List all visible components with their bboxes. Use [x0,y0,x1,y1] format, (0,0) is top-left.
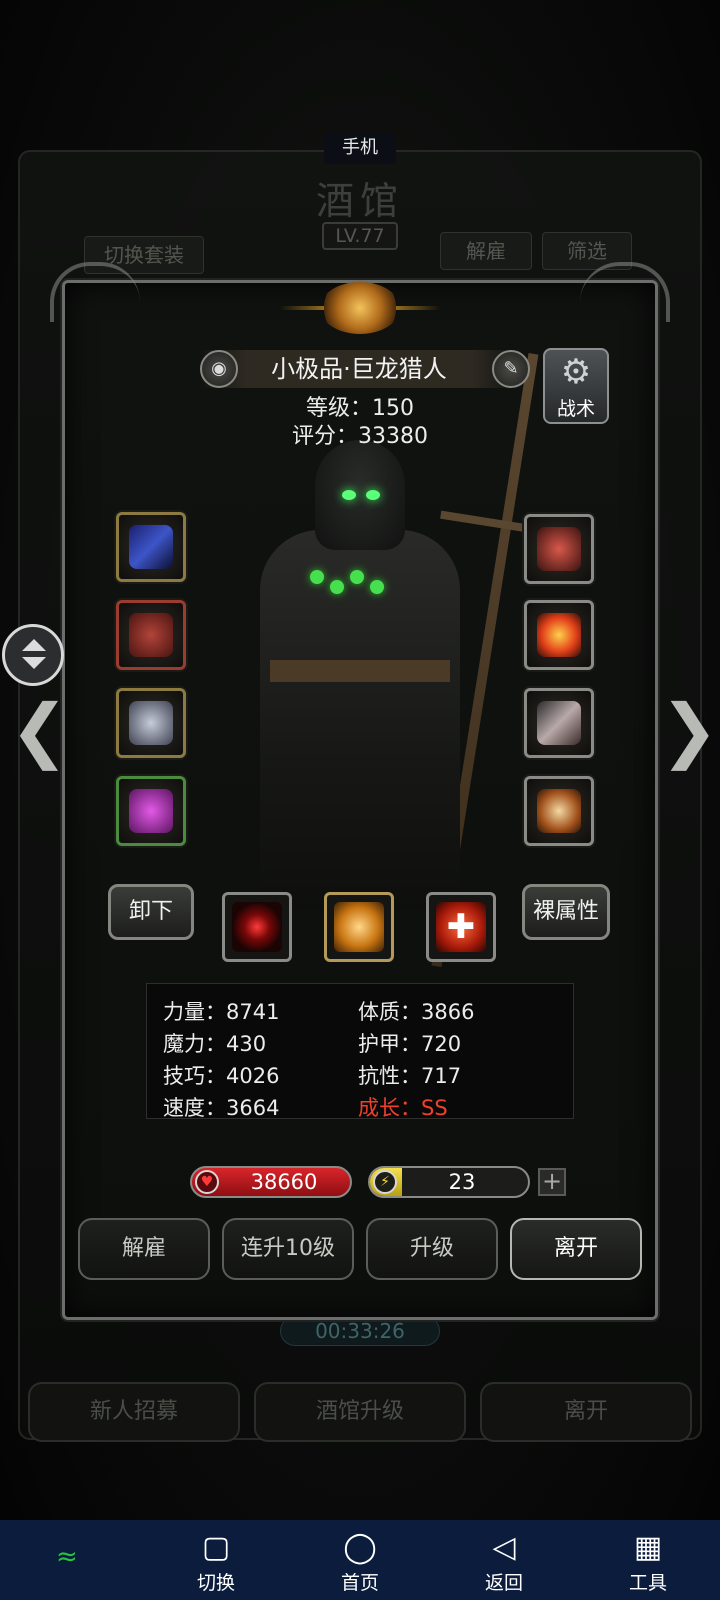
energy-bar: ⚡ 23 [368,1166,530,1198]
cloak-icon [129,789,173,833]
hero-belt-art [270,660,450,682]
stat-magic: 魔力：430 [163,1032,267,1056]
heal-cross-icon: ✚ [436,902,486,952]
hero-body-art [260,530,460,910]
add-energy-button[interactable]: + [538,1168,566,1196]
nav-tools[interactable]: ▦ 工具 [603,1528,693,1595]
blade-strike-icon [334,902,384,952]
glowing-eye-icon [342,490,356,500]
nav-back-label: 返回 [484,1572,523,1594]
equip-slot-cloak[interactable] [116,776,186,846]
level-up-button[interactable]: 升级 [366,1218,498,1280]
next-hero-arrow[interactable]: ❯ [660,695,719,765]
bg-leave-button: 离开 [480,1382,692,1442]
equip-slot-ring[interactable] [524,600,594,670]
edit-icon[interactable]: ✎ [492,350,530,388]
chevron-down-icon [22,657,46,669]
scroll-toggle-button[interactable] [2,624,64,686]
green-gem-icon [350,570,364,584]
skill-slot-1[interactable] [222,892,292,962]
top-label: 手机 [324,132,396,164]
game-screen: 酒馆 LV.77 切换套装 解雇 筛选 00:33:26 新人招募 酒馆升级 离… [0,0,720,1600]
equip-slot-helmet[interactable] [116,688,186,758]
tavern-upgrade-button: 酒馆升级 [254,1382,466,1442]
lantern-icon [537,789,581,833]
equip-slot-weapon[interactable] [116,512,186,582]
feather-icon [537,701,581,745]
nav-back[interactable]: ◁ 返回 [459,1528,549,1595]
lightning-icon: ⚡ [373,1170,397,1194]
tactics-label: 战术 [556,398,595,420]
green-gem-icon [310,570,324,584]
stat-growth: 成长：SS [358,1096,448,1120]
glowing-eye-icon [366,490,380,500]
hp-value: 38660 [250,1170,318,1194]
equip-slot-trinket[interactable] [524,688,594,758]
previous-hero-arrow[interactable]: ❮ [10,695,69,765]
tavern-level: LV.77 [322,222,398,250]
nav-home-label: 首页 [340,1572,379,1594]
hero-hood-art [315,440,405,550]
leave-button[interactable]: 离开 [510,1218,642,1280]
hero-score: 评分：33380 [292,424,428,449]
stat-resistance: 抗性：717 [358,1064,462,1088]
stat-speed: 速度：3664 [163,1096,280,1120]
green-gem-icon [370,580,384,594]
stat-armor: 护甲：720 [358,1032,462,1056]
fire-icon [537,613,581,657]
stats-grid: 力量：8741 体质：3866 魔力：430 护甲：720 技巧：4026 抗性… [163,996,557,1122]
stat-constitution: 体质：3866 [358,1000,475,1024]
tavern-title: 酒馆 [315,179,404,223]
equip-slot-potion[interactable] [524,776,594,846]
triangle-back-icon: ◁ [492,1530,516,1565]
bare-attributes-button[interactable]: 裸属性 [522,884,610,940]
nav-switch[interactable]: ▢ 切换 [171,1528,261,1595]
wifi-icon: ≈ [56,1542,78,1572]
nav-home[interactable]: ◯ 首页 [315,1528,405,1595]
recruit-button: 新人招募 [28,1382,240,1442]
green-gem-icon [330,580,344,594]
equip-slot-armor[interactable] [116,600,186,670]
tactics-button[interactable]: ⚙ 战术 [543,348,609,424]
hero-name: 小极品·巨龙猎人 [271,355,447,383]
skill-slot-2[interactable] [324,892,394,962]
nav-tools-label: 工具 [628,1572,667,1594]
stats-panel: 力量：8741 体质：3866 魔力：430 护甲：720 技巧：4026 抗性… [146,983,574,1122]
skill-slot-3[interactable]: ✚ [426,892,496,962]
level-up-10-button[interactable]: 连升10级 [222,1218,354,1280]
demon-amulet-icon [537,527,581,571]
grid-icon: ▦ [633,1530,663,1565]
gear-icon: ⚙ [560,352,592,392]
heart-icon: ♥ [195,1170,219,1194]
dismiss-button[interactable]: 解雇 [78,1218,210,1280]
stat-skill: 技巧：4026 [163,1064,280,1088]
target-icon [232,902,282,952]
hero-portrait [210,353,560,967]
hp-bar: ♥ 38660 [190,1166,352,1198]
energy-value: 23 [448,1170,476,1194]
tavern-timer: 00:33:26 [280,1316,440,1346]
square-icon: ▢ [201,1530,231,1565]
circle-icon: ◯ [343,1530,377,1565]
panel-emblem-icon [320,282,400,334]
gun-icon [129,525,173,569]
stat-strength: 力量：8741 [163,1000,280,1024]
bg-dismiss-button: 解雇 [440,232,532,270]
armor-icon [129,613,173,657]
chevron-up-icon [22,639,46,651]
search-icon[interactable]: ◉ [200,350,238,388]
unequip-button[interactable]: 卸下 [108,884,194,940]
nav-switch-label: 切换 [196,1572,235,1594]
equip-slot-amulet[interactable] [524,514,594,584]
crown-icon [129,701,173,745]
